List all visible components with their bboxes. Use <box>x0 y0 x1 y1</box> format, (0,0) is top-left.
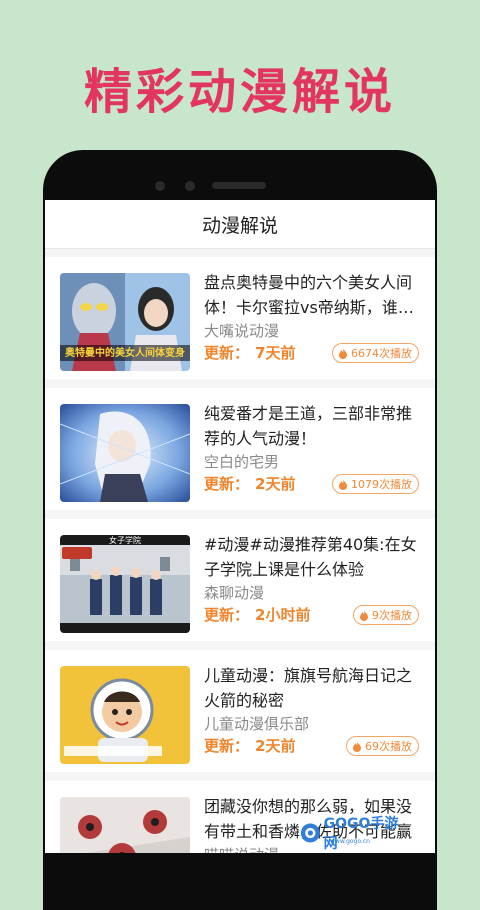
fire-icon <box>339 478 347 490</box>
update-value: 7天前 <box>255 344 296 362</box>
list-item[interactable]: 纯爱番才是王道，三部非常推荐的人气动漫！ 空白的宅男 更新： 2天前 1079次播… <box>45 388 435 510</box>
fire-icon <box>353 740 361 752</box>
play-count-badge: 69次播放 <box>346 736 419 756</box>
list-item[interactable]: 奥特曼中的美女人间体变身 盘点奥特曼中的六个美女人间体！卡尔蜜拉vs帝纳斯，谁最… <box>45 257 435 379</box>
update-time: 更新： 2小时前 <box>204 604 310 625</box>
video-author: 喵喵说动漫 <box>204 844 279 853</box>
fire-icon <box>339 347 347 359</box>
speaker-grille <box>212 182 266 189</box>
watermark-text: GOGO手游网 <box>323 816 399 852</box>
video-author: 森聊动漫 <box>204 584 265 602</box>
video-author: 儿童动漫俱乐部 <box>204 715 310 733</box>
play-count-badge: 1079次播放 <box>332 474 419 494</box>
update-time: 更新： 2天前 <box>204 473 295 494</box>
promo-title: 精彩动漫解说 <box>83 64 396 120</box>
list-item[interactable]: 女子学院 #动漫#动漫推荐第40集:在女子学院上课是什么体验 森聊动漫 更新： 2… <box>45 519 435 641</box>
camera-dot-icon <box>155 181 165 191</box>
app-screen: 动漫解说 奥特曼中的美女人间体变身 盘点奥特曼中的六个美女人间体！卡尔蜜拉vs帝… <box>45 200 435 853</box>
video-thumbnail[interactable]: 奥特曼中的美女人间体变身 <box>60 273 190 371</box>
update-value: 2小时前 <box>255 606 311 624</box>
video-thumbnail[interactable] <box>60 797 190 853</box>
play-count: 6674次播放 <box>351 347 412 360</box>
video-title[interactable]: 盘点奥特曼中的六个美女人间体！卡尔蜜拉vs帝纳斯，谁最… <box>204 270 424 320</box>
video-title[interactable]: 儿童动漫：旗旗号航海日记之火箭的秘密 <box>204 663 424 713</box>
play-count: 9次播放 <box>372 609 412 622</box>
app-header: 动漫解说 <box>45 200 435 249</box>
video-list: 奥特曼中的美女人间体变身 盘点奥特曼中的六个美女人间体！卡尔蜜拉vs帝纳斯，谁最… <box>45 249 435 853</box>
play-count-badge: 9次播放 <box>353 605 419 625</box>
update-time: 更新： 2天前 <box>204 735 295 756</box>
page-title: 动漫解说 <box>201 214 278 237</box>
sensor-dot-icon <box>185 181 195 191</box>
gogo-logo-icon <box>300 823 320 843</box>
video-title[interactable]: 纯爱番才是王道，三部非常推荐的人气动漫！ <box>204 401 424 451</box>
play-count-badge: 6674次播放 <box>332 343 419 363</box>
update-label: 更新： <box>204 737 250 755</box>
thumbnail-caption: 奥特曼中的美女人间体变身 <box>65 348 185 359</box>
video-thumbnail[interactable]: 女子学院 <box>60 535 190 633</box>
video-title[interactable]: #动漫#动漫推荐第40集:在女子学院上课是什么体验 <box>204 532 424 582</box>
update-label: 更新： <box>204 344 250 362</box>
video-author: 空白的宅男 <box>204 453 280 471</box>
fire-icon <box>360 609 368 621</box>
list-item[interactable]: 儿童动漫：旗旗号航海日记之火箭的秘密 儿童动漫俱乐部 更新： 2天前 69次播放 <box>45 650 435 772</box>
watermark-subtext: www.gogo.cn <box>330 838 370 845</box>
update-value: 2天前 <box>255 737 296 755</box>
update-value: 2天前 <box>255 475 296 493</box>
play-count: 69次播放 <box>365 740 412 753</box>
video-thumbnail[interactable] <box>60 404 190 502</box>
video-thumbnail[interactable] <box>60 666 190 764</box>
thumbnail-caption: 女子学院 <box>109 536 141 545</box>
play-count: 1079次播放 <box>351 478 412 491</box>
video-author: 大嘴说动漫 <box>204 322 280 340</box>
update-label: 更新： <box>204 475 250 493</box>
update-time: 更新： 7天前 <box>204 342 295 363</box>
update-label: 更新： <box>204 606 250 624</box>
